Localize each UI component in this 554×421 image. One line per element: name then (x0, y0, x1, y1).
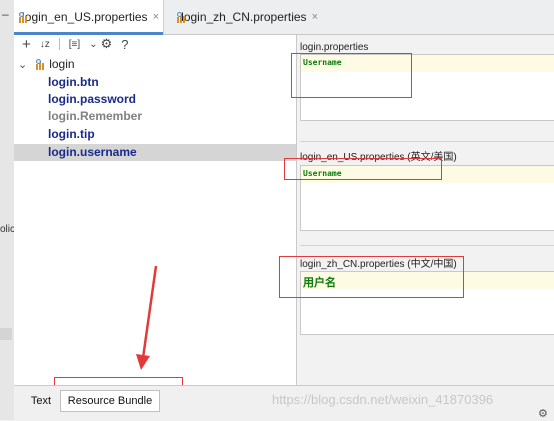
add-property-icon[interactable]: + (22, 36, 31, 53)
tree-item-login-btn[interactable]: login.btn (48, 75, 99, 89)
tab-text[interactable]: Text (24, 390, 58, 412)
tab-login-zh-cn[interactable]: login_zh_CN.properties × (172, 0, 322, 34)
close-icon[interactable]: × (312, 11, 318, 23)
chevron-down-icon[interactable]: ⌄ (18, 58, 27, 71)
watermark-text: https://blog.csdn.net/weixin_41870396 (272, 392, 494, 407)
properties-file-icon (176, 11, 185, 23)
gear-icon[interactable]: ⚙ (101, 36, 113, 52)
properties-file-icon (35, 58, 45, 70)
collapse-icon[interactable]: – (2, 7, 9, 21)
tree-root-login[interactable]: ⌄ login (18, 57, 75, 71)
annotation-arrow-icon (136, 265, 158, 370)
section-divider (300, 141, 554, 142)
editor-tab-bar: login_en_US.properties × login_zh_CN.pro… (14, 0, 554, 35)
close-icon[interactable]: × (153, 11, 159, 23)
tree-item-login-remember[interactable]: login.Remember (48, 109, 142, 123)
annotation-box-default (291, 53, 412, 98)
tree-root-label: login (49, 57, 75, 71)
properties-file-icon (18, 11, 27, 23)
tab-resource-bundle[interactable]: Resource Bundle (60, 390, 160, 412)
toolbar-divider (58, 38, 60, 50)
gear-icon[interactable]: ⚙ (538, 407, 548, 420)
editor-label-default: login.properties (300, 42, 369, 53)
dropdown-arrow-icon[interactable]: ⌄ (89, 39, 97, 50)
tree-toolbar: + ↓z [≡] ⌄ ⚙ ? (22, 35, 128, 53)
annotation-box-en-us (284, 158, 442, 180)
section-divider (300, 245, 554, 246)
tree-item-login-username[interactable]: login.username (48, 145, 137, 159)
tab-label: login_en_US.properties (22, 10, 148, 24)
tab-label: login_zh_CN.properties (181, 10, 307, 24)
help-icon[interactable]: ? (121, 37, 128, 52)
left-gutter (0, 0, 14, 420)
tree-item-login-tip[interactable]: login.tip (48, 127, 95, 141)
tree-item-login-password[interactable]: login.password (48, 92, 136, 106)
annotation-box-zh-cn (279, 256, 464, 298)
sort-alphabetically-icon[interactable]: ↓z (40, 39, 50, 50)
group-by-prefix-icon[interactable]: [≡] (69, 39, 80, 50)
tab-login-en-us[interactable]: login_en_US.properties × (14, 0, 164, 35)
gutter-clipped-text: olic (0, 224, 16, 235)
gutter-scrollbar[interactable] (0, 328, 12, 340)
